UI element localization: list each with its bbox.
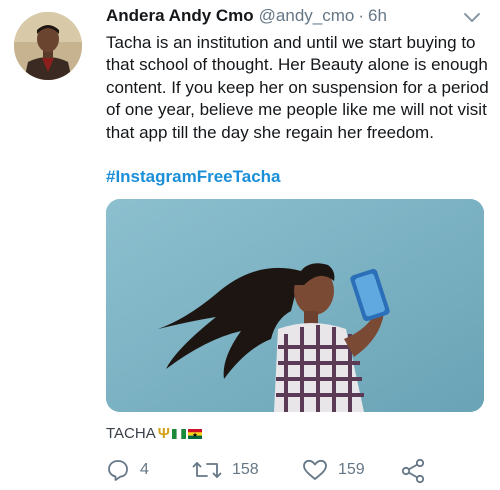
reply-icon [108, 460, 128, 481]
chevron-down-icon[interactable] [461, 10, 483, 26]
retweet-count: 158 [232, 461, 259, 478]
tweet-actions: 4 158 159 [106, 458, 436, 484]
separator-dot: · [358, 6, 365, 25]
media-caption: TACHA Ψ [106, 425, 202, 442]
reply-count: 4 [140, 461, 149, 478]
tweet-header: Andera Andy Cmo @andy_cmo · 6h [106, 6, 387, 30]
author-handle[interactable]: @andy_cmo [259, 6, 355, 26]
avatar-image [14, 12, 82, 80]
hashtag-link[interactable]: #InstagramFreeTacha [106, 167, 280, 187]
trident-emoji: Ψ [157, 425, 170, 442]
avatar[interactable] [14, 12, 82, 80]
nigeria-flag-icon [171, 428, 186, 439]
retweet-icon [192, 462, 222, 478]
tweet-media-image[interactable] [106, 199, 484, 412]
tweet[interactable]: Andera Andy Cmo @andy_cmo · 6h Tacha is … [0, 0, 500, 490]
like-count: 159 [338, 461, 365, 478]
media-photo [106, 199, 484, 412]
share-button[interactable] [400, 458, 426, 484]
heart-icon [303, 459, 327, 480]
tweet-text: Tacha is an institution and until we sta… [106, 33, 489, 142]
share-icon [401, 458, 425, 484]
timestamp[interactable]: 6h [368, 6, 387, 26]
ghana-flag-icon [187, 428, 202, 439]
like-button[interactable]: 159 [302, 458, 365, 482]
reply-button[interactable]: 4 [106, 458, 149, 482]
media-caption-text: TACHA [106, 425, 156, 442]
retweet-button[interactable]: 158 [192, 458, 259, 482]
author-name[interactable]: Andera Andy Cmo [106, 6, 254, 26]
